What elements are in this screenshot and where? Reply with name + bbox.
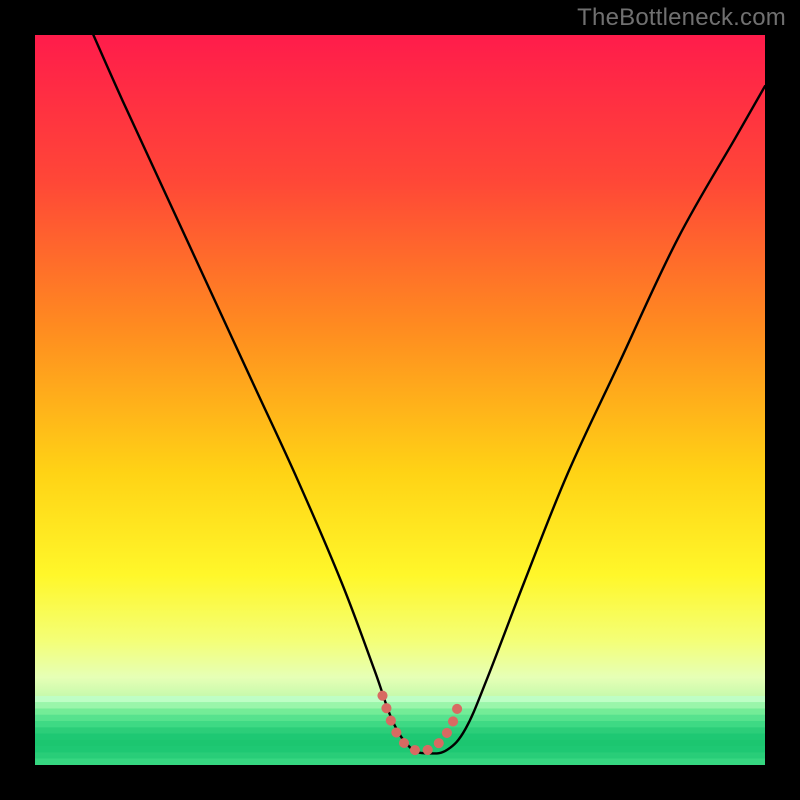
plot-area xyxy=(35,35,765,765)
chart-frame: TheBottleneck.com xyxy=(0,0,800,800)
watermark-text: TheBottleneck.com xyxy=(577,4,786,32)
highlight-marker xyxy=(35,35,765,765)
